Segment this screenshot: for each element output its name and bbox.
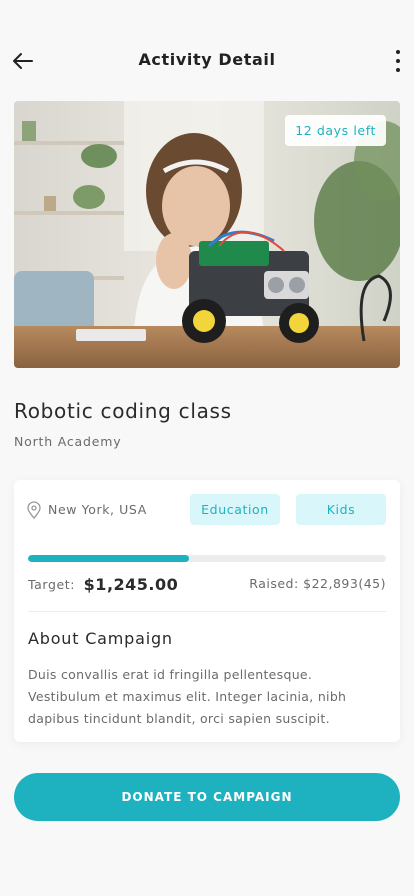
target-label: Target:	[28, 577, 76, 592]
more-options-icon[interactable]	[392, 48, 404, 74]
funding-progress-bar	[28, 555, 386, 562]
activity-title: Robotic coding class	[14, 399, 232, 423]
days-left-badge: 12 days left	[285, 115, 386, 146]
location-text: New York, USA	[48, 502, 147, 517]
donate-button[interactable]: DONATE TO CAMPAIGN	[14, 773, 400, 821]
activity-hero-image: 12 days left	[14, 101, 400, 368]
tag-education[interactable]: Education	[190, 494, 280, 525]
page-title: Activity Detail	[138, 50, 276, 69]
organizer-name: North Academy	[14, 434, 122, 449]
campaign-details-card: New York, USA Education Kids Target: $1,…	[14, 480, 400, 742]
about-campaign-text: Duis convallis erat id fringilla pellent…	[28, 667, 347, 726]
target-amount: Target: $1,245.00	[28, 574, 179, 594]
raised-amount: Raised: $22,893(45)	[249, 576, 386, 591]
target-value: $1,245.00	[83, 575, 179, 594]
funding-progress-fill	[28, 555, 190, 562]
map-pin-icon	[27, 501, 41, 519]
divider	[28, 611, 386, 612]
app-header: Activity Detail	[0, 36, 414, 84]
tag-kids[interactable]: Kids	[296, 494, 386, 525]
about-campaign-heading: About Campaign	[28, 629, 173, 648]
